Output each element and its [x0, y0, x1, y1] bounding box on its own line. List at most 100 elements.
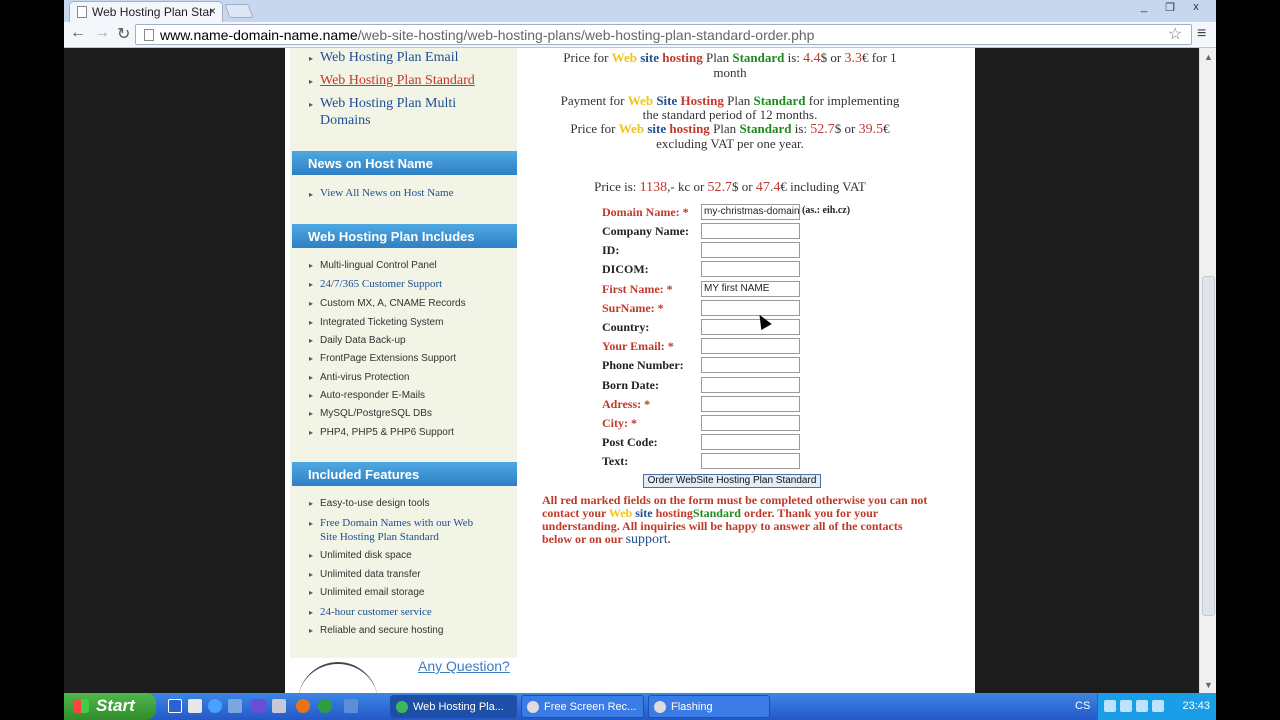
forward-button[interactable]: →	[94, 24, 110, 42]
menu-icon[interactable]: ≡	[1197, 25, 1206, 43]
network-icon[interactable]	[1104, 700, 1116, 712]
news-link[interactable]: View All News on Host Name	[320, 187, 453, 199]
explorer-icon[interactable]	[188, 699, 202, 713]
form-input[interactable]	[701, 357, 800, 373]
required-fields-notice: All red marked fields on the form must b…	[542, 493, 928, 547]
chrome-icon	[396, 701, 408, 713]
sidebar-link-multi[interactable]: Web Hosting Plan Multi	[320, 95, 456, 112]
windows-logo-icon	[73, 699, 89, 713]
bullet-icon: ▸	[309, 318, 314, 327]
form-label: Phone Number:	[602, 358, 684, 372]
form-label: SurName: *	[602, 301, 664, 315]
support-link[interactable]: support	[626, 532, 668, 547]
form-input[interactable]	[701, 223, 800, 239]
features-heading: Included Features	[292, 462, 517, 486]
task-chrome[interactable]: Web Hosting Pla...	[390, 695, 517, 718]
feature-item-link[interactable]: Free Domain Names with our Web	[320, 517, 473, 529]
feature-item-link[interactable]: Site Hosting Plan Standard	[320, 531, 439, 543]
form-input[interactable]: MY first NAME	[701, 281, 800, 297]
security-icon[interactable]	[1136, 700, 1148, 712]
browser-tab[interactable]: Web Hosting Plan Star ×	[69, 1, 223, 22]
bullet-icon: ▸	[309, 409, 314, 418]
payment-info: Payment for Web Site Hosting Plan Standa…	[560, 93, 900, 151]
volume-icon[interactable]	[1120, 700, 1132, 712]
sidebar-link-multi-domains[interactable]: Domains	[320, 112, 371, 129]
form-input[interactable]	[701, 242, 800, 258]
maximize-button[interactable]: ❐	[1157, 1, 1183, 16]
any-question-link[interactable]: Any Question?	[418, 658, 510, 674]
form-input[interactable]	[701, 415, 800, 431]
camera-icon	[527, 701, 539, 713]
doc-icon[interactable]	[272, 699, 286, 713]
scrollbar-thumb[interactable]	[1202, 276, 1215, 616]
feature-item-link[interactable]: 24-hour customer service	[320, 606, 432, 618]
word-icon[interactable]	[168, 699, 182, 713]
new-tab-button[interactable]	[224, 4, 254, 18]
bookmark-star-icon[interactable]: ☆	[1168, 24, 1182, 44]
bullet-icon: ▸	[309, 280, 314, 289]
task-flashing[interactable]: Flashing	[648, 695, 770, 718]
bullet-icon: ▸	[309, 100, 314, 109]
include-item: Multi-lingual Control Panel	[320, 260, 437, 271]
scroll-up-icon[interactable]: ▲	[1204, 52, 1213, 62]
form-input[interactable]	[701, 396, 800, 412]
form-input[interactable]	[701, 434, 800, 450]
include-item: FrontPage Extensions Support	[320, 353, 457, 364]
feature-item: Easy-to-use design tools	[320, 498, 430, 509]
feature-item: Reliable and secure hosting	[320, 625, 444, 636]
form-input[interactable]	[701, 338, 800, 354]
quicklaunch-expand-icon[interactable]	[344, 699, 358, 713]
update-icon[interactable]	[1152, 700, 1164, 712]
reload-button[interactable]: ↻	[117, 24, 130, 44]
form-input[interactable]	[701, 453, 800, 469]
address-bar[interactable]: www.name-domain-name.name/web-site-hosti…	[135, 24, 1192, 45]
task-screen-recorder[interactable]: Free Screen Rec...	[521, 695, 644, 718]
desktop-icon[interactable]	[228, 699, 242, 713]
language-indicator[interactable]: CS	[1075, 700, 1090, 712]
include-item: PHP4, PHP5 & PHP6 Support	[320, 427, 454, 438]
include-item: Auto-responder E-Mails	[320, 390, 426, 401]
bullet-icon: ▸	[309, 373, 314, 382]
form-input[interactable]	[701, 377, 800, 393]
form-input[interactable]: my-christmas-domain	[701, 204, 800, 220]
close-tab-icon[interactable]: ×	[209, 4, 216, 18]
close-window-button[interactable]: x	[1183, 1, 1209, 16]
include-item: Integrated Ticketing System	[320, 317, 444, 328]
bullet-icon: ▸	[309, 336, 314, 345]
bullet-icon: ▸	[309, 391, 314, 400]
form-label: Text:	[602, 454, 629, 468]
firefox-icon[interactable]	[296, 699, 310, 713]
bullet-icon: ▸	[309, 626, 314, 635]
include-item: Custom MX, A, CNAME Records	[320, 298, 466, 309]
page-scrollbar[interactable]: ▲ ▼	[1199, 48, 1216, 693]
minimize-button[interactable]: _	[1131, 1, 1157, 16]
bullet-icon: ▸	[309, 428, 314, 437]
main-content: Price for Web site hosting Plan Standard…	[520, 48, 975, 693]
scroll-down-icon[interactable]: ▼	[1204, 680, 1213, 690]
media-icon[interactable]	[252, 699, 266, 713]
form-label: Company Name:	[602, 224, 689, 238]
sidebar-link-email[interactable]: Web Hosting Plan Email	[320, 49, 458, 66]
include-item-link[interactable]: 24/7/365 Customer Support	[320, 278, 442, 290]
order-submit-button[interactable]: Order WebSite Hosting Plan Standard	[643, 474, 821, 488]
tab-title: Web Hosting Plan Star	[92, 5, 214, 19]
page-icon	[144, 29, 154, 41]
form-input[interactable]	[701, 300, 800, 316]
url-path: /web-site-hosting/web-hosting-plans/web-…	[357, 27, 815, 43]
form-input[interactable]	[701, 261, 800, 277]
phone-icon	[298, 662, 378, 693]
form-label: Country:	[602, 320, 650, 334]
chrome-icon[interactable]	[318, 699, 332, 713]
bullet-icon: ▸	[309, 299, 314, 308]
form-input[interactable]	[701, 319, 800, 335]
total-price: Price is: 1138,- kc or 52.7$ or 47.4€ in…	[594, 179, 866, 195]
back-button[interactable]: ←	[70, 24, 86, 42]
bullet-icon: ▸	[309, 519, 314, 528]
form-label: ID:	[602, 243, 620, 257]
form-label: Domain Name: *	[602, 205, 689, 219]
start-button[interactable]: Start	[64, 693, 156, 720]
ie-icon[interactable]	[208, 699, 222, 713]
bullet-icon: ▸	[309, 551, 314, 560]
form-label: City: *	[602, 416, 637, 430]
sidebar-link-standard[interactable]: Web Hosting Plan Standard	[320, 72, 475, 89]
